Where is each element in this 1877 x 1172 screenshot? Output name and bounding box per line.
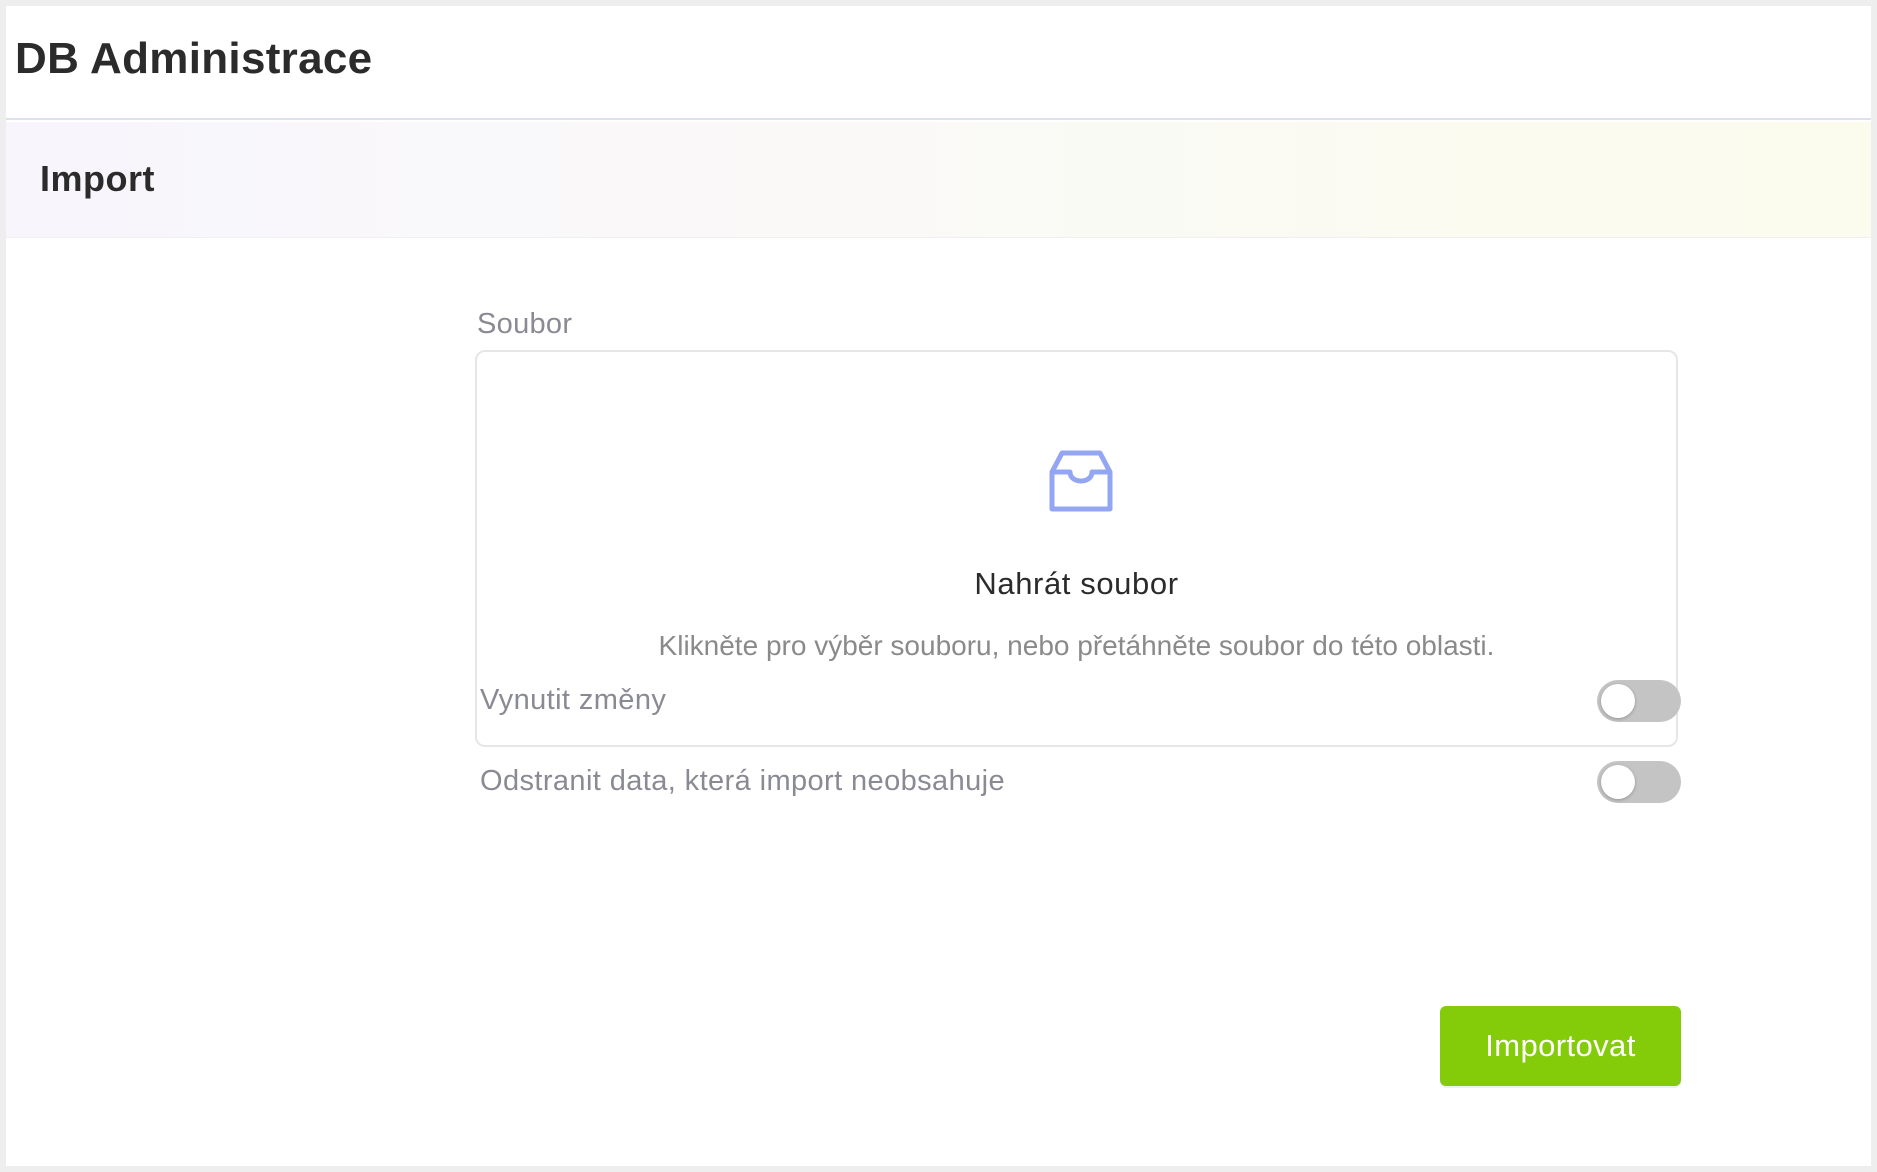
app-header: DB Administrace	[6, 6, 1871, 120]
delete-missing-data-label: Odstranit data, která import neobsahuje	[480, 765, 1005, 797]
import-form: Soubor Nahrát soubor Klikněte pro výběr …	[470, 238, 1681, 1138]
inbox-icon	[1049, 450, 1113, 512]
app-window: DB Administrace Import Soubor Nahrát sou…	[6, 6, 1871, 1166]
page-title: Import	[40, 158, 155, 199]
toggle-knob	[1601, 684, 1635, 718]
force-changes-toggle[interactable]	[1597, 680, 1681, 722]
delete-missing-data-row: Odstranit data, která import neobsahuje	[470, 759, 1681, 805]
delete-missing-data-toggle[interactable]	[1597, 761, 1681, 803]
dropzone-hint: Klikněte pro výběr souboru, nebo přetáhn…	[658, 630, 1495, 661]
dropzone-title: Nahrát soubor	[974, 566, 1179, 601]
section-header: Import	[6, 122, 1871, 238]
force-changes-row: Vynutit změny	[470, 678, 1681, 724]
app-title: DB Administrace	[15, 34, 373, 83]
file-field-label: Soubor	[477, 308, 573, 340]
toggle-knob	[1601, 765, 1635, 799]
force-changes-label: Vynutit změny	[480, 684, 667, 716]
import-button[interactable]: Importovat	[1440, 1006, 1681, 1086]
